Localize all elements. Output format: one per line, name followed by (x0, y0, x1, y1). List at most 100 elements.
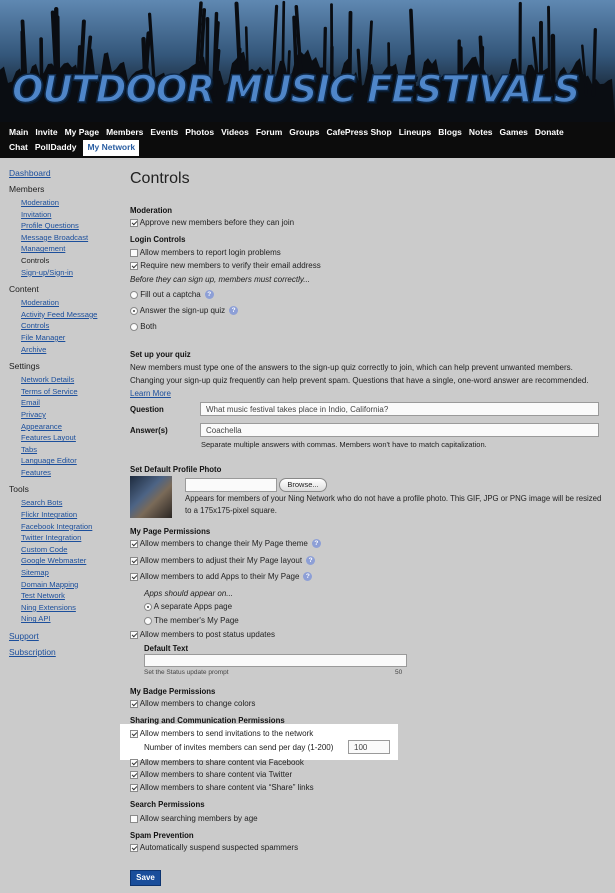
both-radio[interactable] (130, 322, 138, 331)
answers-input[interactable]: Coachella (200, 423, 599, 437)
nav-item-chat[interactable]: Chat (9, 142, 28, 156)
nav-item-main[interactable]: Main (9, 127, 28, 137)
share-facebook-checkbox[interactable] (130, 758, 138, 767)
nav-item-photos[interactable]: Photos (185, 127, 214, 137)
sidebar-item-features-layout[interactable]: Features Layout (21, 432, 119, 444)
nav-item-cafepress-shop[interactable]: CafePress Shop (327, 127, 392, 137)
status-updates-checkbox[interactable] (130, 630, 138, 639)
sidebar-item-privacy[interactable]: Privacy (21, 409, 119, 421)
sidebar-subscription-link[interactable]: Subscription (9, 647, 119, 657)
sidebar-item-profile-questions[interactable]: Profile Questions (21, 220, 119, 232)
verify-email-row: Require new members to verify their emai… (130, 261, 321, 270)
help-icon[interactable]: ? (303, 572, 313, 582)
nav-item-lineups[interactable]: Lineups (399, 127, 432, 137)
sidebar-item-invitation[interactable]: Invitation (21, 209, 119, 221)
save-button[interactable]: Save (130, 870, 161, 886)
sidebar-item-network-details[interactable]: Network Details (21, 374, 119, 386)
section-heading-search: Search Permissions (130, 800, 205, 809)
sidebar-item-flickr-integration[interactable]: Flickr Integration (21, 509, 119, 521)
nav-item-my-page[interactable]: My Page (65, 127, 100, 137)
sidebar-item-ning-extensions[interactable]: Ning Extensions (21, 602, 119, 614)
sidebar-item-activity-feed-message[interactable]: Activity Feed Message (21, 309, 119, 321)
sidebar-dashboard-link[interactable]: Dashboard (9, 168, 119, 178)
share-links-checkbox[interactable] (130, 783, 138, 792)
sidebar-heading: Members (9, 184, 45, 194)
sidebar-item-features[interactable]: Features (21, 467, 119, 479)
nav-item-my-network[interactable]: My Network (83, 140, 140, 156)
sidebar-item-file-manager[interactable]: File Manager (21, 332, 119, 344)
nav-item-groups[interactable]: Groups (289, 127, 319, 137)
help-icon[interactable]: ? (306, 556, 316, 566)
section-heading-moderation: Moderation (130, 206, 173, 215)
sidebar-item-management[interactable]: Management (21, 243, 119, 255)
nav-item-forum[interactable]: Forum (256, 127, 282, 137)
report-login-checkbox[interactable] (130, 248, 138, 257)
page-content: Dashboard Members Moderation Invitation Pr… (0, 158, 615, 893)
nav-item-notes[interactable]: Notes (469, 127, 493, 137)
char-limit: 50 (395, 669, 403, 676)
mypage-layout-checkbox[interactable] (130, 556, 138, 565)
send-invites-checkbox[interactable] (130, 729, 138, 738)
approve-members-checkbox[interactable] (130, 218, 138, 227)
sidebar-item-domain-mapping[interactable]: Domain Mapping (21, 579, 119, 591)
nav-item-polldaddy[interactable]: PollDaddy (35, 142, 77, 156)
sidebar-support-link[interactable]: Support (9, 631, 119, 641)
sidebar-item-appearance[interactable]: Appearance (21, 421, 119, 433)
nav-item-videos[interactable]: Videos (221, 127, 249, 137)
sidebar-item-google-webmaster[interactable]: Google Webmaster (21, 555, 119, 567)
sidebar-item-moderation[interactable]: Moderation (21, 197, 119, 209)
mypage-apps-checkbox[interactable] (130, 572, 138, 581)
sidebar-item-email[interactable]: Email (21, 397, 119, 409)
sidebar-heading: Content (9, 284, 39, 295)
status-prompt-hint: Set the Status update prompt (144, 669, 229, 676)
default-text-input[interactable] (144, 654, 407, 667)
share-twitter-checkbox[interactable] (130, 770, 138, 779)
nav-item-games[interactable]: Games (500, 127, 528, 137)
nav-item-invite[interactable]: Invite (35, 127, 57, 137)
section-heading-login: Login Controls (130, 235, 186, 244)
sidebar-item-language-editor[interactable]: Language Editor (21, 455, 119, 467)
apps-separate-radio[interactable] (144, 602, 152, 611)
captcha-radio[interactable] (130, 290, 138, 299)
help-icon[interactable]: ? (229, 306, 239, 316)
sidebar-item-controls: Controls (21, 255, 50, 265)
sidebar-item-custom-code[interactable]: Custom Code (21, 544, 119, 556)
help-icon[interactable]: ? (204, 290, 214, 300)
sidebar-item-test-network[interactable]: Test Network (21, 590, 119, 602)
browse-button[interactable]: Browse... (279, 478, 327, 492)
help-icon[interactable]: ? (311, 539, 321, 549)
photo-file-input[interactable] (185, 478, 277, 492)
share-facebook-label: Allow members to share content via Faceb… (139, 758, 304, 767)
quiz-label: Answer the sign-up quiz (139, 306, 226, 315)
sidebar-item-terms-of-service[interactable]: Terms of Service (21, 386, 119, 398)
suspend-spammers-checkbox[interactable] (130, 843, 138, 852)
sidebar-item-search-bots[interactable]: Search Bots (21, 497, 119, 509)
apps-mypage-radio[interactable] (144, 616, 152, 625)
nav-item-donate[interactable]: Donate (535, 127, 564, 137)
site-logo[interactable]: OUTDOOR MUSIC FESTIVALS (11, 67, 581, 112)
quiz-radio[interactable] (130, 306, 138, 315)
sidebar-item-moderation[interactable]: Moderation (21, 297, 119, 309)
badge-colors-label: Allow members to change colors (139, 699, 256, 708)
sidebar-item-twitter-integration[interactable]: Twitter Integration (21, 532, 119, 544)
nav-item-events[interactable]: Events (150, 127, 178, 137)
nav-item-blogs[interactable]: Blogs (438, 127, 462, 137)
question-input[interactable]: What music festival takes place in Indio… (200, 402, 599, 416)
search-age-checkbox[interactable] (130, 814, 138, 823)
sidebar-item-controls[interactable]: Controls (21, 320, 119, 332)
mypage-theme-checkbox[interactable] (130, 539, 138, 548)
sidebar-item-sign-up-sign-in[interactable]: Sign-up/Sign-in (21, 267, 119, 279)
sidebar-item-facebook-integration[interactable]: Facebook Integration (21, 521, 119, 533)
mypage-layout-row: Allow members to adjust their My Page la… (130, 556, 316, 566)
sidebar-item-sitemap[interactable]: Sitemap (21, 567, 119, 579)
both-label: Both (140, 322, 157, 331)
sidebar-item-message-broadcast[interactable]: Message Broadcast (21, 232, 119, 244)
learn-more-link[interactable]: Learn More (130, 389, 171, 398)
sidebar-item-tabs[interactable]: Tabs (21, 444, 119, 456)
invites-per-day-input[interactable]: 100 (348, 740, 390, 754)
verify-email-checkbox[interactable] (130, 261, 138, 270)
badge-colors-checkbox[interactable] (130, 699, 138, 708)
sidebar-item-ning-api[interactable]: Ning API (21, 613, 119, 625)
sidebar-item-archive[interactable]: Archive (21, 344, 119, 356)
nav-item-members[interactable]: Members (106, 127, 143, 137)
